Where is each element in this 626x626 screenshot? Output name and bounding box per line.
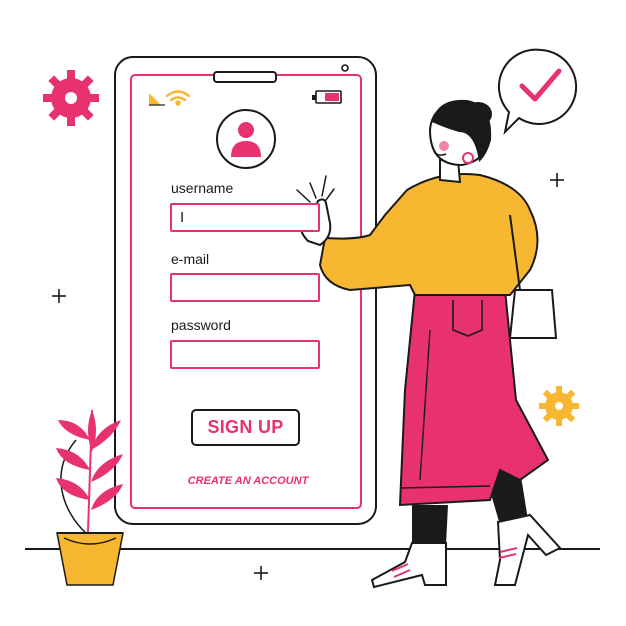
yellow-gear-icon	[539, 386, 579, 426]
user-avatar-icon	[216, 109, 276, 169]
battery-icon	[312, 90, 342, 104]
phone-speaker	[213, 71, 277, 83]
pink-gear-icon	[43, 70, 99, 126]
password-field[interactable]	[170, 340, 320, 369]
potted-plant	[56, 409, 124, 586]
sign-up-button[interactable]: SIGN UP	[191, 409, 300, 446]
checkmark-bubble	[498, 48, 578, 136]
password-label: password	[171, 317, 231, 333]
phone-camera	[341, 64, 349, 72]
username-value: I	[180, 209, 185, 226]
username-label: username	[171, 180, 234, 196]
illustration	[25, 48, 600, 589]
email-field[interactable]	[170, 273, 320, 302]
create-account-link[interactable]: CREATE AN ACCOUNT	[178, 475, 318, 487]
email-label: e-mail	[171, 251, 210, 267]
username-field[interactable]: I	[170, 203, 320, 232]
